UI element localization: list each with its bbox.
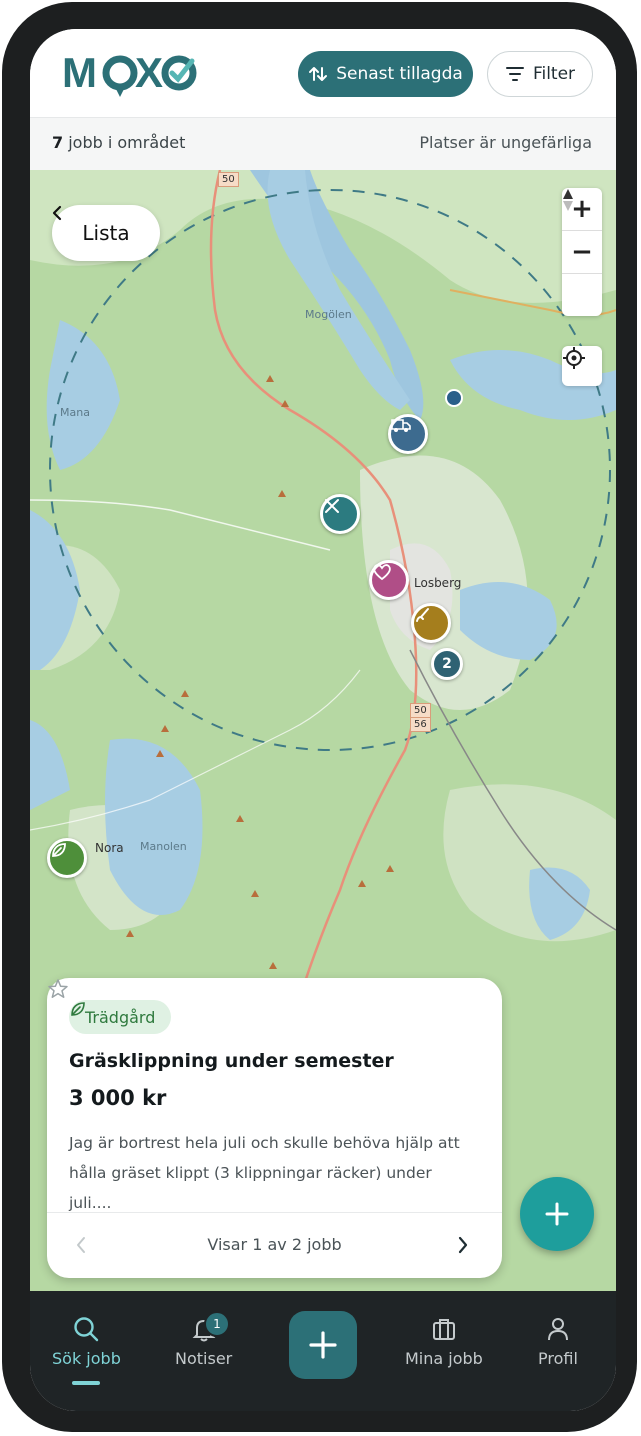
heart-icon bbox=[373, 564, 391, 581]
list-view-button[interactable]: Lista bbox=[52, 205, 160, 261]
location-note: Platser är ungefärliga bbox=[419, 133, 592, 152]
svg-text:M: M bbox=[62, 49, 98, 96]
place-label: Manolen bbox=[140, 840, 187, 853]
nav-profile[interactable]: Profil bbox=[538, 1315, 578, 1368]
leaf-icon bbox=[71, 1002, 85, 1016]
compass-button[interactable] bbox=[562, 189, 602, 316]
nav-label: Profil bbox=[538, 1349, 578, 1368]
road-shield: 50 bbox=[410, 703, 431, 718]
job-count: 7 jobb i området bbox=[52, 133, 186, 152]
leaf-icon bbox=[52, 843, 66, 857]
bottom-nav: Sök jobb Notiser 1 Mina jobb Profil bbox=[30, 1291, 616, 1411]
zoom-controls: + − bbox=[562, 188, 602, 316]
nav-my-jobs[interactable]: Mina jobb bbox=[405, 1315, 483, 1368]
job-preview-card[interactable]: Trädgård Gräsklippning under semester 3 … bbox=[47, 978, 502, 1278]
filter-label: Filter bbox=[532, 64, 576, 84]
list-view-label: Lista bbox=[82, 221, 130, 245]
nav-label: Mina jobb bbox=[405, 1349, 483, 1368]
chevron-right-icon[interactable] bbox=[457, 1235, 469, 1255]
map-view[interactable]: 50 50 56 Mogölen Losberg Nora Manolen Ma… bbox=[30, 170, 616, 1291]
place-label: Mana bbox=[60, 406, 90, 419]
app-screen: M X Senast tillagda Filter 7 jobb i områ… bbox=[30, 29, 616, 1411]
nav-create-job-button[interactable] bbox=[289, 1311, 357, 1379]
job-price: 3 000 kr bbox=[69, 1086, 167, 1110]
svg-text:X: X bbox=[135, 49, 163, 96]
road-shield: 50 bbox=[218, 172, 239, 187]
compass-icon bbox=[563, 189, 573, 211]
crosshair-icon bbox=[563, 347, 585, 369]
job-pin-handyman[interactable] bbox=[320, 494, 360, 534]
add-job-fab[interactable] bbox=[520, 1177, 594, 1251]
chevron-left-icon bbox=[52, 205, 62, 221]
job-title: Gräsklippning under semester bbox=[69, 1050, 394, 1072]
sort-button[interactable]: Senast tillagda bbox=[298, 51, 473, 97]
briefcase-icon bbox=[432, 1319, 455, 1340]
category-tag: Trädgård bbox=[69, 1000, 172, 1034]
app-header: M X Senast tillagda Filter bbox=[30, 29, 616, 117]
results-bar: 7 jobb i området Platser är ungefärliga bbox=[30, 117, 616, 171]
job-pin-painting[interactable] bbox=[411, 603, 451, 643]
filter-button[interactable]: Filter bbox=[487, 51, 593, 97]
category-label: Trädgård bbox=[85, 1007, 156, 1027]
truck-icon bbox=[391, 419, 411, 432]
card-pager: Visar 1 av 2 jobb bbox=[47, 1212, 502, 1279]
moxo-logo: M X bbox=[62, 49, 197, 97]
nav-search-jobs[interactable]: Sök jobb bbox=[52, 1315, 121, 1368]
pager-label: Visar 1 av 2 jobb bbox=[207, 1235, 342, 1254]
road-shield: 56 bbox=[410, 717, 431, 732]
job-pin-moving[interactable] bbox=[388, 414, 428, 454]
place-label: Mogölen bbox=[305, 308, 352, 321]
job-pin-care[interactable] bbox=[369, 560, 409, 600]
plus-icon bbox=[545, 1202, 569, 1226]
sort-label: Senast tillagda bbox=[336, 64, 463, 84]
sort-icon bbox=[309, 67, 328, 81]
user-icon bbox=[547, 1318, 568, 1341]
place-label: Losberg bbox=[414, 576, 462, 590]
active-tab-indicator bbox=[72, 1381, 100, 1385]
job-pin-garden[interactable] bbox=[47, 838, 87, 878]
search-icon bbox=[74, 1317, 99, 1342]
filter-icon bbox=[505, 67, 524, 81]
job-description: Jag är bortrest hela juli och skulle beh… bbox=[69, 1134, 460, 1212]
plus-icon bbox=[309, 1331, 337, 1359]
nav-label: Sök jobb bbox=[52, 1349, 121, 1368]
phone-frame: M X Senast tillagda Filter 7 jobb i områ… bbox=[2, 2, 637, 1432]
job-cluster-pin[interactable]: 2 bbox=[431, 648, 463, 680]
notification-badge: 1 bbox=[204, 1311, 230, 1337]
favorite-star-icon[interactable] bbox=[47, 978, 69, 1000]
nav-label: Notiser bbox=[175, 1349, 233, 1368]
zoom-out-button[interactable]: − bbox=[562, 231, 602, 274]
tools-icon bbox=[325, 499, 339, 513]
brush-icon bbox=[416, 608, 429, 622]
locate-me-button[interactable] bbox=[562, 346, 602, 386]
place-label: Nora bbox=[95, 841, 124, 855]
